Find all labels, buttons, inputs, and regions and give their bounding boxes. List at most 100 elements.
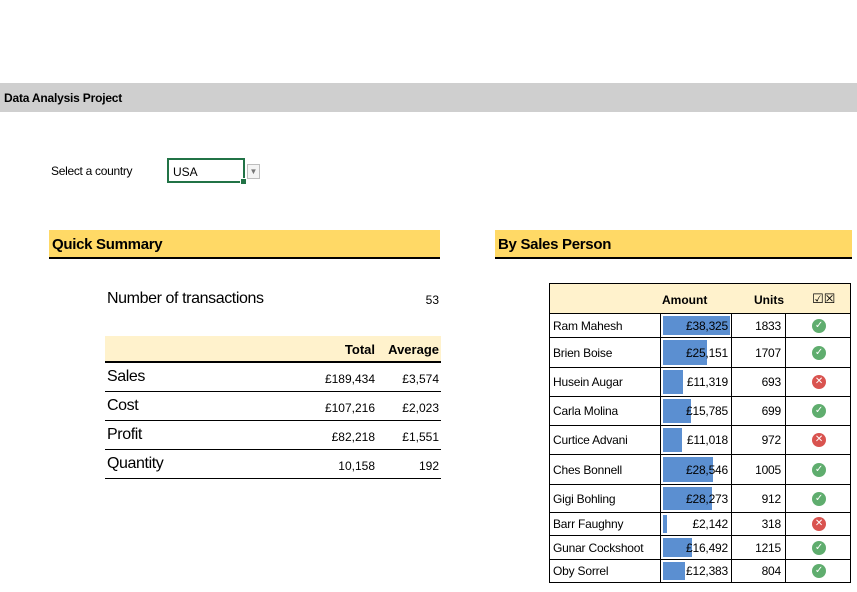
summary-row-average: 192 [418, 459, 439, 473]
summary-row-average: £2,023 [402, 401, 439, 415]
check-circle-icon: ✓ [812, 540, 826, 555]
amount-value: £11,319 [686, 375, 728, 389]
status-cell: ✓ [786, 536, 850, 559]
units-value: 1707 [732, 338, 786, 367]
sales-person-name: Ches Bonnell [550, 455, 661, 484]
sales-person-header: By Sales Person [495, 230, 852, 259]
summary-row: Profit £82,218 £1,551 [105, 421, 441, 450]
amount-cell: £28,546 [661, 455, 732, 484]
status-cell: ✓ [786, 560, 850, 582]
units-value: 972 [732, 426, 786, 454]
summary-row-total: £189,434 [324, 372, 375, 386]
country-select-cell[interactable]: USA [167, 158, 247, 185]
amount-value: £38,325 [686, 318, 728, 333]
amount-cell: £11,319 [661, 368, 732, 396]
col-status: ☑☒ [812, 291, 836, 306]
sales-person-row: Gunar Cockshoot £16,492 1215 ✓ [549, 536, 851, 560]
amount-data-bar [663, 562, 685, 580]
sales-person-row: Brien Boise £25,151 1707 ✓ [549, 338, 851, 368]
summary-col-average: Average [388, 342, 439, 357]
sales-person-name: Curtice Advani [550, 426, 661, 454]
sales-person-row: Husein Augar £11,319 693 ✕ [549, 368, 851, 397]
summary-table-header: Total Average [105, 336, 441, 363]
page-title: Data Analysis Project [4, 91, 123, 105]
sales-person-row: Carla Molina £15,785 699 ✓ [549, 397, 851, 426]
transactions-value: 53 [425, 293, 439, 307]
sales-person-title: By Sales Person [498, 236, 612, 253]
status-cell: ✕ [786, 368, 850, 396]
summary-row-average: £1,551 [402, 430, 439, 444]
amount-value: £16,492 [686, 540, 728, 555]
x-circle-icon: ✕ [812, 375, 826, 389]
summary-row-total: £82,218 [331, 430, 375, 444]
units-value: 804 [732, 560, 786, 582]
units-value: 318 [732, 513, 786, 535]
units-value: 1833 [732, 314, 786, 337]
status-cell: ✓ [786, 338, 850, 367]
summary-row-label: Profit [107, 426, 142, 443]
quick-summary-title: Quick Summary [52, 236, 163, 253]
check-circle-icon: ✓ [812, 345, 826, 360]
amount-value: £25,151 [686, 345, 728, 360]
amount-value: £15,785 [686, 404, 728, 418]
summary-row-label: Sales [107, 368, 146, 385]
title-bar: Data Analysis Project [0, 83, 857, 112]
check-circle-icon: ✓ [812, 404, 826, 418]
status-cell: ✕ [786, 513, 850, 535]
units-value: 1005 [732, 455, 786, 484]
sales-person-name: Gigi Bohling [550, 485, 661, 512]
country-dropdown-button[interactable]: ▼ [247, 164, 260, 179]
amount-cell: £15,785 [661, 397, 732, 425]
sales-person-row: Ches Bonnell £28,546 1005 ✓ [549, 455, 851, 485]
amount-cell: £25,151 [661, 338, 732, 367]
transactions-label: Number of transactions [107, 290, 264, 307]
amount-cell: £38,325 [661, 314, 732, 337]
check-circle-icon: ✓ [812, 564, 826, 578]
units-value: 1215 [732, 536, 786, 559]
sales-person-row: Barr Faughny £2,142 318 ✕ [549, 513, 851, 536]
amount-data-bar [663, 428, 682, 452]
status-cell: ✓ [786, 485, 850, 512]
summary-row: Cost £107,216 £2,023 [105, 392, 441, 421]
amount-value: £28,546 [686, 462, 728, 477]
amount-value: £11,018 [686, 433, 728, 447]
amount-cell: £2,142 [661, 513, 732, 535]
amount-value: £2,142 [692, 517, 728, 531]
amount-value: £28,273 [686, 491, 728, 506]
sales-person-row: Curtice Advani £11,018 972 ✕ [549, 426, 851, 455]
summary-row: Quantity 10,158 192 [105, 450, 441, 479]
quick-summary-header: Quick Summary [49, 230, 440, 259]
amount-cell: £28,273 [661, 485, 732, 512]
sales-person-row: Ram Mahesh £38,325 1833 ✓ [549, 314, 851, 338]
units-value: 693 [732, 368, 786, 396]
summary-row-label: Cost [107, 397, 139, 414]
sales-person-table-header: Amount Units ☑☒ [549, 283, 851, 314]
country-select-label: Select a country [51, 164, 133, 178]
amount-data-bar [663, 515, 667, 533]
fill-handle[interactable] [240, 178, 247, 185]
check-circle-icon: ✓ [812, 491, 826, 506]
summary-row-label: Quantity [107, 455, 164, 472]
summary-row: Sales £189,434 £3,574 [105, 363, 441, 392]
x-circle-icon: ✕ [812, 517, 826, 531]
sales-person-name: Oby Sorrel [550, 560, 661, 582]
status-cell: ✕ [786, 426, 850, 454]
summary-row-total: £107,216 [324, 401, 375, 415]
sales-person-name: Barr Faughny [550, 513, 661, 535]
units-value: 912 [732, 485, 786, 512]
summary-col-total: Total [344, 342, 375, 357]
check-circle-icon: ✓ [812, 462, 826, 477]
status-cell: ✓ [786, 397, 850, 425]
sales-person-row: Oby Sorrel £12,383 804 ✓ [549, 560, 851, 583]
amount-cell: £12,383 [661, 560, 732, 582]
units-value: 699 [732, 397, 786, 425]
sales-person-name: Husein Augar [550, 368, 661, 396]
x-circle-icon: ✕ [812, 433, 826, 447]
amount-cell: £11,018 [661, 426, 732, 454]
amount-cell: £16,492 [661, 536, 732, 559]
status-cell: ✓ [786, 314, 850, 337]
sales-person-row: Gigi Bohling £28,273 912 ✓ [549, 485, 851, 513]
summary-row-average: £3,574 [402, 372, 439, 386]
country-select-value: USA [173, 165, 198, 179]
check-circle-icon: ✓ [812, 318, 826, 333]
